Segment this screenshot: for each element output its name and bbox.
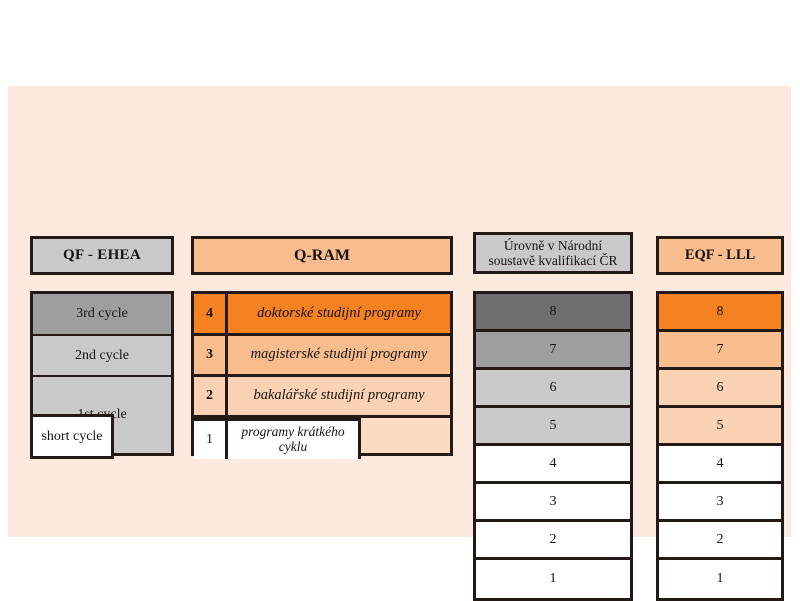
nsk-level-number: 7 [549,341,557,357]
eqf-lll-row-level-3: 3 [659,484,781,522]
qram-level-number: 1 [194,421,228,459]
eqf-lll-level-number: 1 [716,571,724,586]
qf-ehea-overlay-label: short cycle [41,428,103,444]
eqf-lll-level-number: 7 [716,341,724,357]
nsk-row-level-2: 2 [476,522,630,560]
qram-level-label: programy krátkého cyklu [241,424,345,454]
column-stack-eqf-lll: 8 7 6 5 4 3 2 1 [656,291,784,601]
column-header-nsk-line2: soustavě kvalifikací ČR [488,253,618,268]
nsk-row-level-5: 5 [476,408,630,446]
qram-row-level-4: 4 doktorské studijní programy [194,294,450,336]
eqf-lll-level-number: 4 [716,455,724,471]
column-stack-nsk: 8 7 6 5 4 3 2 1 [473,291,633,601]
nsk-row-level-6: 6 [476,370,630,408]
column-stack-qram: 4 doktorské studijní programy 3 magister… [191,291,453,459]
qram-row-level-3: 3 magisterské studijní programy [194,336,450,377]
column-header-eqf-lll: EQF - LLL [656,236,784,275]
nsk-row-level-4: 4 [476,446,630,484]
eqf-lll-level-number: 5 [716,417,724,433]
qram-row-level-2: 2 bakalářské studijní programy [194,377,450,418]
qram-level-label: magisterské studijní programy [250,346,428,363]
qram-level-label: bakalářské studijní programy [253,387,425,404]
qram-level-number: 4 [194,294,228,333]
eqf-lll-level-number: 2 [716,531,724,547]
diagram-panel: QF - EHEA 3rd cycle 2nd cycle 1st cycle … [8,86,791,601]
column-header-qram: Q-RAM [191,236,453,275]
nsk-level-number: 3 [549,493,557,509]
qf-ehea-row-2nd-cycle: 2nd cycle [33,336,171,377]
eqf-lll-row-level-1: 1 [659,560,781,598]
nsk-row-level-1: 1 [476,560,630,598]
eqf-lll-row-level-6: 6 [659,370,781,408]
slide-canvas: QF - EHEA 3rd cycle 2nd cycle 1st cycle … [0,0,800,601]
qf-ehea-row-label: 2nd cycle [74,347,130,363]
nsk-row-level-3: 3 [476,484,630,522]
nsk-level-number: 2 [549,531,557,547]
eqf-lll-row-level-5: 5 [659,408,781,446]
eqf-lll-row-level-4: 4 [659,446,781,484]
qf-ehea-row-label: 3rd cycle [76,306,128,321]
column-header-nsk: Úrovně v Národní soustavě kvalifikací ČR [473,232,633,274]
nsk-row-level-8: 8 [476,294,630,332]
nsk-level-number: 1 [549,571,557,586]
eqf-lll-row-level-7: 7 [659,332,781,370]
nsk-level-number: 6 [549,379,557,395]
nsk-level-number: 4 [549,455,557,471]
column-header-nsk-line1: Úrovně v Národní [503,237,603,253]
column-stack-qf-ehea: 3rd cycle 2nd cycle 1st cycle short cycl… [30,291,174,459]
qram-level-number: 2 [194,377,228,415]
eqf-lll-level-number: 6 [716,379,724,395]
nsk-level-number: 8 [549,303,557,319]
eqf-lll-row-level-8: 8 [659,294,781,332]
nsk-row-level-7: 7 [476,332,630,370]
qram-row-level-1: 1 programy krátkého cyklu [194,418,361,459]
qf-ehea-row-3rd-cycle: 3rd cycle [33,294,171,336]
eqf-lll-row-level-2: 2 [659,522,781,560]
eqf-lll-level-number: 8 [716,303,724,319]
qram-level-label: doktorské studijní programy [257,304,421,321]
qf-ehea-overlay-short-cycle: short cycle [30,414,114,459]
nsk-level-number: 5 [549,417,557,433]
column-header-qf-ehea: QF - EHEA [30,236,174,275]
qram-level-number: 3 [194,336,228,374]
eqf-lll-level-number: 3 [716,493,724,509]
